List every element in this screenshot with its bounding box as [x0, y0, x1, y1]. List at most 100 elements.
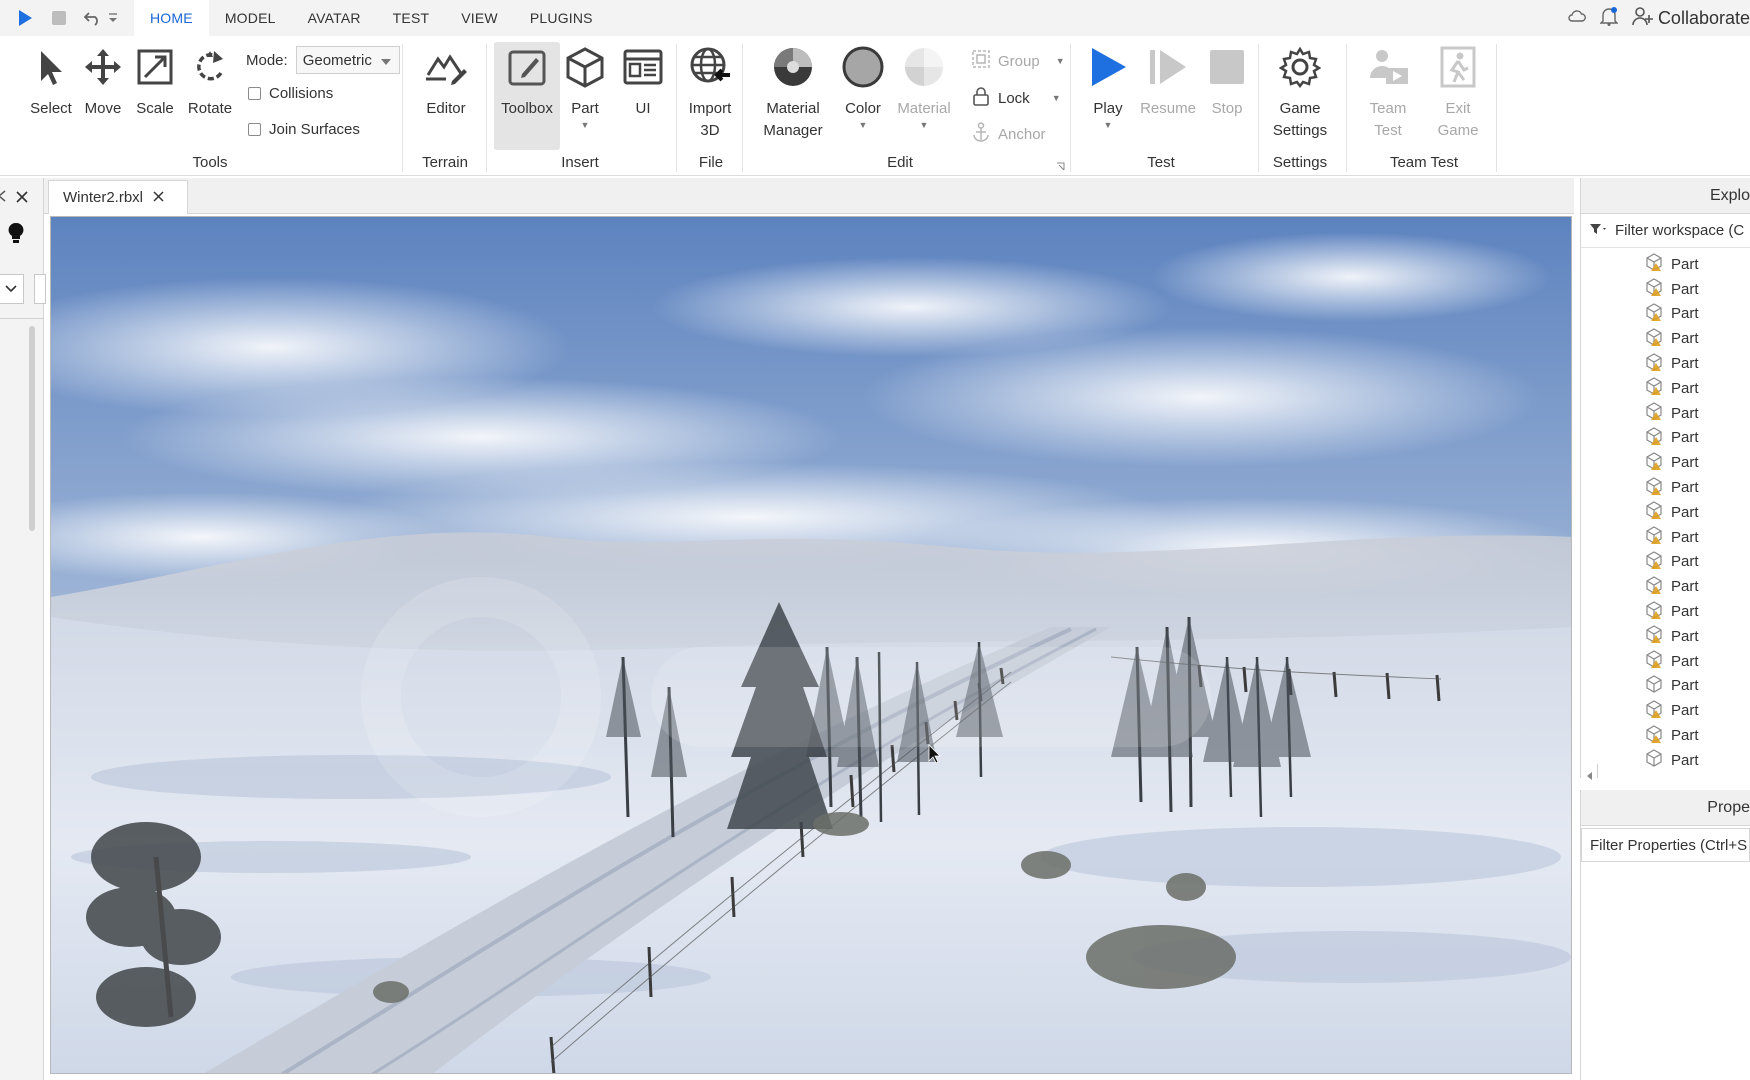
- tree-item-part[interactable]: Part: [1581, 351, 1750, 376]
- collisions-toggle[interactable]: Collisions: [248, 85, 333, 102]
- tree-item-part[interactable]: Part: [1581, 475, 1750, 500]
- tree-item-part[interactable]: Part: [1581, 326, 1750, 351]
- resume-button[interactable]: Resume: [1136, 42, 1200, 150]
- chevron-down-icon[interactable]: ▼: [1052, 93, 1061, 103]
- material-button[interactable]: Material ▼: [892, 42, 956, 150]
- scale-tool-button[interactable]: Scale: [132, 42, 178, 150]
- collapse-panel-icon[interactable]: [0, 189, 6, 207]
- color-button[interactable]: Color ▼: [840, 42, 886, 150]
- part-cube-icon: [1645, 675, 1663, 697]
- tree-item-label: Part: [1671, 503, 1699, 521]
- tree-item-part[interactable]: Part: [1581, 376, 1750, 401]
- close-icon[interactable]: [16, 190, 28, 208]
- tree-item-part[interactable]: Part: [1581, 698, 1750, 723]
- lightbulb-icon[interactable]: [8, 222, 24, 251]
- move-tool-button[interactable]: Move: [80, 42, 126, 150]
- tree-item-part[interactable]: Part: [1581, 302, 1750, 327]
- import-3d-button[interactable]: Import 3D: [682, 42, 738, 150]
- join-surfaces-toggle[interactable]: Join Surfaces: [248, 121, 360, 138]
- insert-part-button[interactable]: Part ▼: [562, 42, 608, 150]
- stop-button[interactable]: Stop: [1204, 42, 1250, 150]
- mode-dropdown[interactable]: Geometric: [295, 46, 400, 74]
- terrain-editor-button[interactable]: Editor: [418, 42, 474, 150]
- tab-test[interactable]: TEST: [377, 0, 446, 36]
- tree-item-part[interactable]: Part: [1581, 277, 1750, 302]
- tree-item-label: Part: [1671, 479, 1699, 497]
- anchor-button[interactable]: Anchor: [972, 122, 1046, 146]
- tree-item-part[interactable]: Part: [1581, 723, 1750, 748]
- tree-item-part[interactable]: Part: [1581, 401, 1750, 426]
- tree-item-part[interactable]: Part: [1581, 426, 1750, 451]
- left-panel-input[interactable]: [34, 274, 46, 304]
- notification-bell-icon[interactable]: [1599, 6, 1619, 31]
- tree-item-part[interactable]: Part: [1581, 599, 1750, 624]
- left-side-panel: [0, 178, 46, 1080]
- filter-icon[interactable]: [1589, 222, 1607, 239]
- chevron-down-icon[interactable]: ▼: [859, 120, 868, 130]
- left-panel-scrollbar[interactable]: [29, 326, 35, 531]
- tree-item-part[interactable]: Part: [1581, 574, 1750, 599]
- part-cube-icon: [1645, 377, 1663, 399]
- tree-item-part[interactable]: Part: [1581, 748, 1750, 773]
- tab-home[interactable]: HOME: [134, 0, 209, 36]
- tab-plugins[interactable]: PLUGINS: [514, 0, 609, 36]
- insert-ui-button[interactable]: UI: [620, 42, 666, 150]
- edit-group-expand-icon[interactable]: [1056, 158, 1065, 176]
- cloud-icon[interactable]: [1568, 9, 1586, 28]
- tree-item-label: Part: [1671, 578, 1699, 596]
- material-manager-button[interactable]: Material Manager: [758, 42, 828, 150]
- tab-view[interactable]: VIEW: [445, 0, 514, 36]
- part-cube-icon: [1645, 501, 1663, 523]
- mode-row: Mode: Geometric: [246, 46, 400, 74]
- chevron-down-icon[interactable]: ▼: [920, 120, 929, 130]
- ribbon-divider: [1070, 44, 1071, 172]
- properties-title: Prope: [1707, 798, 1750, 816]
- explorer-horizontal-scrollbar[interactable]: [1597, 764, 1598, 778]
- tree-item-label: Part: [1671, 553, 1699, 571]
- customize-quick-access-icon[interactable]: [106, 7, 120, 29]
- document-tab[interactable]: Winter2.rbxl: [48, 180, 188, 214]
- part-cube-icon: [565, 46, 605, 95]
- chevron-down-icon[interactable]: ▼: [1104, 120, 1113, 130]
- tab-avatar[interactable]: AVATAR: [292, 0, 377, 36]
- play-button[interactable]: Play ▼: [1084, 42, 1132, 150]
- undo-icon[interactable]: [82, 7, 104, 29]
- properties-filter-placeholder: Filter Properties (Ctrl+S: [1590, 836, 1748, 854]
- tab-model[interactable]: MODEL: [209, 0, 292, 36]
- tree-item-part[interactable]: Part: [1581, 624, 1750, 649]
- scroll-left-icon[interactable]: [1587, 767, 1593, 785]
- tree-item-part[interactable]: Part: [1581, 550, 1750, 575]
- close-icon[interactable]: [153, 189, 164, 206]
- collaborate-button[interactable]: Collaborate: [1632, 6, 1750, 31]
- tree-item-part[interactable]: Part: [1581, 500, 1750, 525]
- properties-header: Prope: [1581, 790, 1750, 826]
- tree-item-part[interactable]: Part: [1581, 450, 1750, 475]
- collisions-checkbox[interactable]: [248, 87, 261, 100]
- select-tool-button[interactable]: Select: [28, 42, 74, 150]
- properties-filter[interactable]: Filter Properties (Ctrl+S: [1581, 828, 1750, 862]
- material-sphere-icon: [902, 45, 946, 96]
- left-panel-dropdown[interactable]: [0, 274, 24, 304]
- team-test-button[interactable]: Team Test: [1358, 42, 1418, 150]
- ribbon-divider: [1258, 44, 1259, 172]
- tree-item-part[interactable]: Part: [1581, 525, 1750, 550]
- part-cube-icon: [1645, 576, 1663, 598]
- join-surfaces-checkbox[interactable]: [248, 123, 261, 136]
- play-quick-icon[interactable]: [14, 7, 36, 29]
- game-settings-button[interactable]: Game Settings: [1262, 42, 1338, 150]
- left-panel-divider: [0, 318, 44, 319]
- exit-game-button[interactable]: Exit Game: [1428, 42, 1488, 150]
- explorer-filter[interactable]: Filter workspace (C: [1581, 214, 1750, 248]
- 3d-viewport[interactable]: [50, 216, 1572, 1074]
- rotate-tool-button[interactable]: Rotate: [183, 42, 237, 150]
- group-button[interactable]: Group ▼: [972, 50, 1065, 72]
- tree-item-part[interactable]: Part: [1581, 649, 1750, 674]
- tree-item-part[interactable]: Part: [1581, 674, 1750, 699]
- tree-item-part[interactable]: Part: [1581, 252, 1750, 277]
- chevron-down-icon[interactable]: ▼: [1056, 56, 1065, 66]
- lock-button[interactable]: Lock ▼: [972, 86, 1061, 110]
- toolbox-button[interactable]: Toolbox: [494, 42, 560, 150]
- stop-quick-icon[interactable]: [48, 7, 70, 29]
- chevron-down-icon[interactable]: ▼: [581, 120, 590, 130]
- explorer-header: Explo: [1581, 178, 1750, 214]
